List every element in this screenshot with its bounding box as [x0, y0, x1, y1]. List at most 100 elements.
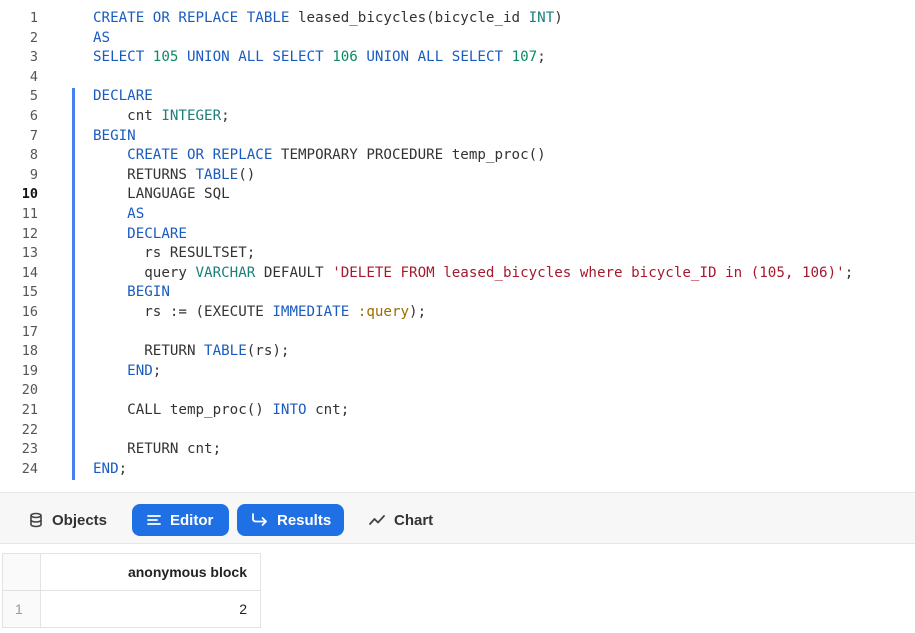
code-line[interactable]: 17 [0, 322, 915, 342]
code-token: rs RESULTSET; [93, 245, 256, 262]
objects-label: Objects [52, 511, 108, 529]
code-line[interactable]: 20 [0, 380, 915, 400]
line-number: 11 [21, 206, 38, 222]
code-token: 107 [511, 49, 538, 66]
code-token: VARCHAR [195, 264, 264, 281]
code-token: AS [127, 206, 145, 222]
code-token: ; [152, 362, 162, 379]
code-token: ); [409, 304, 427, 320]
code-line[interactable]: 24 END; [0, 459, 915, 479]
code-line[interactable]: 23 RETURN cnt; [0, 439, 915, 459]
column-header[interactable]: anonymous block [40, 553, 261, 591]
line-number: 22 [21, 421, 38, 438]
code-token: AS [93, 29, 111, 46]
code-text: DECLARE [93, 224, 187, 244]
code-token: DECLARE [127, 225, 187, 242]
code-line[interactable]: 12 DECLARE [0, 224, 915, 244]
code-token: leased_bicycles(bicycle_id [298, 10, 529, 26]
table-row[interactable]: 1 2 [2, 590, 261, 628]
code-line[interactable]: 18 RETURN TABLE(rs); [0, 341, 915, 361]
code-text: BEGIN [93, 126, 136, 146]
code-token: DEFAULT [263, 264, 333, 281]
code-line[interactable]: 16 rs := (EXECUTE IMMEDIATE :query); [0, 302, 915, 322]
code-token: ) [554, 10, 563, 26]
code-text: query VARCHAR DEFAULT 'DELETE FROM lease… [93, 263, 853, 283]
code-text: AS [93, 204, 144, 224]
code-token: ; [118, 460, 128, 477]
code-token: 106 [332, 49, 367, 66]
code-token: UNION ALL SELECT [186, 49, 333, 66]
code-token: INT [528, 10, 555, 26]
cell-value[interactable]: 2 [40, 590, 261, 628]
results-tab[interactable]: Results [237, 504, 344, 536]
code-line[interactable]: 2 AS [0, 28, 915, 48]
code-line[interactable]: 9 RETURNS TABLE() [0, 165, 915, 185]
code-line[interactable]: 7 BEGIN [0, 126, 915, 146]
code-text: AS [93, 28, 110, 48]
row-number-header [2, 553, 41, 591]
line-number: 15 [21, 284, 38, 301]
line-number: 13 [21, 245, 38, 262]
line-number: 5 [29, 88, 38, 105]
code-text: DECLARE [93, 86, 153, 106]
lines-icon [146, 512, 162, 528]
code-line[interactable]: 10 LANGUAGE SQL [0, 184, 915, 204]
line-number: 9 [29, 166, 38, 183]
code-token: END [127, 362, 153, 379]
code-line[interactable]: 4 [0, 67, 915, 87]
code-line[interactable]: 14 query VARCHAR DEFAULT 'DELETE FROM le… [0, 263, 915, 283]
code-line[interactable]: 8 CREATE OR REPLACE TEMPORARY PROCEDURE … [0, 145, 915, 165]
code-text: CREATE OR REPLACE TEMPORARY PROCEDURE te… [93, 145, 546, 165]
code-line[interactable]: 15 BEGIN [0, 282, 915, 302]
code-line[interactable]: 5 DECLARE [0, 86, 915, 106]
code-token: CALL temp_proc() [93, 402, 273, 418]
code-token: ; [221, 108, 230, 124]
code-editor[interactable]: 1 CREATE OR REPLACE TABLE leased_bicycles… [0, 0, 915, 492]
objects-button[interactable]: Objects [14, 504, 121, 536]
line-number: 2 [29, 29, 38, 46]
code-token: TABLE [195, 166, 239, 183]
code-token: RETURN cnt; [93, 441, 222, 458]
line-number: 7 [29, 127, 38, 144]
code-token: INTEGER [161, 108, 222, 124]
code-token: ; [844, 264, 854, 281]
code-text: END; [93, 361, 161, 381]
code-text: SELECT 105 UNION ALL SELECT 106 UNION AL… [93, 47, 546, 67]
code-token: ; [537, 49, 546, 66]
line-number: 21 [21, 402, 38, 418]
code-line[interactable]: 3 SELECT 105 UNION ALL SELECT 106 UNION A… [0, 47, 915, 67]
code-token: SELECT [93, 49, 153, 66]
trend-line-icon [368, 512, 386, 528]
line-number: 8 [29, 147, 38, 164]
code-line[interactable]: 13 rs RESULTSET; [0, 243, 915, 263]
line-number: 4 [29, 68, 38, 85]
chart-tab[interactable]: Chart [354, 504, 447, 536]
editor-label: Editor [170, 511, 214, 529]
code-line[interactable]: 22 [0, 420, 915, 440]
code-token: query [93, 264, 196, 281]
line-number: 1 [29, 10, 38, 26]
table-header-row: anonymous block [2, 553, 261, 591]
code-line[interactable]: 11 AS [0, 204, 915, 224]
bottom-toolbar: Objects Editor Results Chart [0, 492, 915, 544]
editor-tab[interactable]: Editor [132, 504, 229, 536]
code-line[interactable]: 6 cnt INTEGER; [0, 106, 915, 126]
code-line[interactable]: 1 CREATE OR REPLACE TABLE leased_bicycles… [0, 8, 915, 28]
code-token: BEGIN [127, 284, 170, 301]
line-number: 17 [21, 323, 38, 340]
code-line[interactable]: 21 CALL temp_proc() INTO cnt; [0, 400, 915, 420]
code-token: rs := (EXECUTE [93, 304, 273, 320]
code-line[interactable]: 19 END; [0, 361, 915, 381]
line-number: 23 [21, 441, 38, 458]
code-text: RETURN cnt; [93, 439, 221, 459]
results-panel: anonymous block 1 2 [0, 544, 915, 633]
code-token: cnt [93, 108, 162, 124]
line-number: 14 [21, 264, 38, 281]
code-token: CREATE OR REPLACE TABLE [93, 10, 298, 26]
line-number: 18 [21, 343, 38, 360]
arrow-return-icon [251, 512, 269, 528]
code-token: () [238, 166, 256, 183]
